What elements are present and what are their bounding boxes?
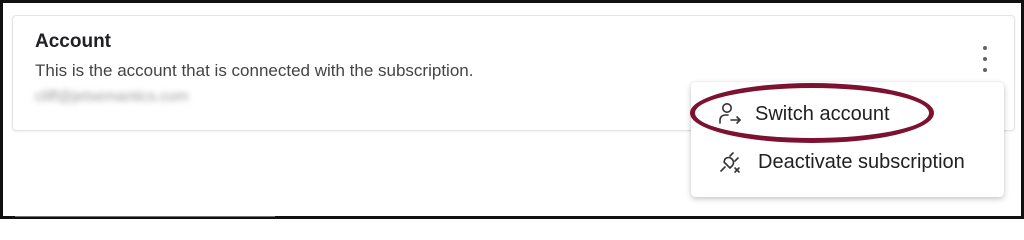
menu-item-label: Deactivate subscription bbox=[758, 150, 965, 173]
divider bbox=[15, 216, 275, 217]
account-email: cliff@jetsemantics.com bbox=[35, 88, 189, 105]
account-title: Account bbox=[35, 31, 111, 52]
account-description: This is the account that is connected wi… bbox=[35, 61, 474, 80]
account-options-menu: Switch account Deactivate subscription bbox=[691, 82, 1004, 197]
menu-item-deactivate-subscription[interactable]: Deactivate subscription bbox=[691, 138, 1004, 186]
menu-item-switch-account[interactable]: Switch account bbox=[691, 90, 1004, 138]
kebab-dot bbox=[983, 57, 987, 61]
switch-account-icon bbox=[717, 101, 743, 127]
kebab-dot bbox=[983, 46, 987, 50]
kebab-dot bbox=[983, 68, 987, 72]
more-options-icon[interactable] bbox=[979, 46, 991, 72]
menu-item-label: Switch account bbox=[755, 102, 890, 125]
deactivate-plug-icon bbox=[717, 149, 743, 175]
